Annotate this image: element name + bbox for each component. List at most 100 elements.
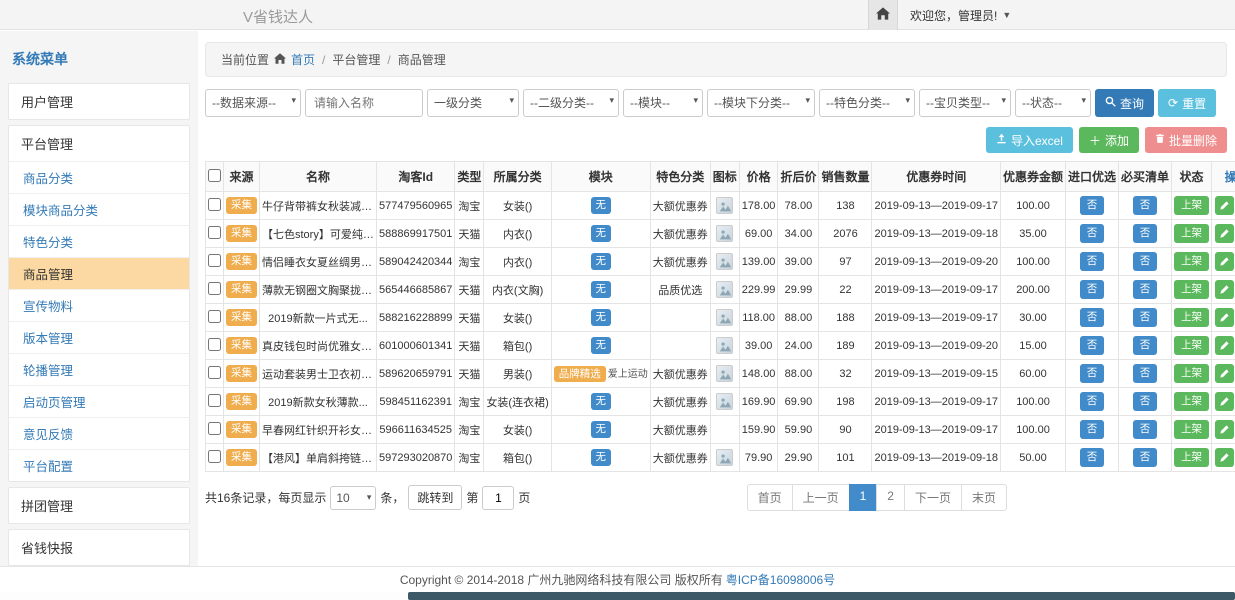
must-buy-toggle[interactable]: 否 <box>1133 392 1158 411</box>
import-select-toggle[interactable]: 否 <box>1080 420 1105 439</box>
status-button[interactable]: 上架 <box>1174 224 1209 243</box>
page-button[interactable]: 末页 <box>961 484 1007 511</box>
select-all-checkbox[interactable] <box>208 169 221 182</box>
page-button[interactable]: 2 <box>876 484 905 511</box>
row-checkbox[interactable] <box>208 310 221 323</box>
home-button[interactable] <box>868 0 898 30</box>
status-button[interactable]: 上架 <box>1174 280 1209 299</box>
sidebar-item[interactable]: 省钱快报 <box>9 530 189 565</box>
row-checkbox[interactable] <box>208 394 221 407</box>
module-filter[interactable]: --模块-- <box>623 89 703 117</box>
edit-button[interactable] <box>1215 280 1234 299</box>
page-size-select[interactable]: 10 <box>330 486 376 510</box>
must-buy-toggle[interactable]: 否 <box>1133 252 1158 271</box>
page-button[interactable]: 首页 <box>747 484 793 511</box>
sidebar-item[interactable]: 启动页管理 <box>9 385 189 417</box>
row-checkbox[interactable] <box>208 226 221 239</box>
row-checkbox[interactable] <box>208 282 221 295</box>
must-buy-toggle[interactable]: 否 <box>1133 280 1158 299</box>
edit-button[interactable] <box>1215 336 1234 355</box>
source-filter[interactable]: --数据来源-- <box>205 89 301 117</box>
sidebar-item[interactable]: 模块商品分类 <box>9 193 189 225</box>
sidebar-item[interactable]: 用户管理 <box>9 84 189 119</box>
import-select-toggle[interactable]: 否 <box>1080 336 1105 355</box>
status-button[interactable]: 上架 <box>1174 308 1209 327</box>
jump-button[interactable]: 跳转到 <box>408 485 462 510</box>
import-select-toggle[interactable]: 否 <box>1080 308 1105 327</box>
icp-link[interactable]: 粤ICP备16098006号 <box>726 571 835 588</box>
edit-button[interactable] <box>1215 392 1234 411</box>
breadcrumb-home-link[interactable]: 首页 <box>291 51 315 68</box>
must-buy-toggle[interactable]: 否 <box>1133 336 1158 355</box>
import-select-toggle[interactable]: 否 <box>1080 364 1105 383</box>
user-menu[interactable]: 欢迎您，管理员! ▼ <box>898 0 1023 30</box>
sidebar-item[interactable]: 特色分类 <box>9 225 189 257</box>
sidebar-item[interactable]: 轮播管理 <box>9 353 189 385</box>
sidebar-nav: 用户管理平台管理商品分类模块商品分类特色分类商品管理宣传物料版本管理轮播管理启动… <box>8 83 190 570</box>
edit-button[interactable] <box>1215 224 1234 243</box>
sidebar-item[interactable]: 商品管理 <box>9 257 189 289</box>
must-buy-toggle[interactable]: 否 <box>1133 224 1158 243</box>
edit-button[interactable] <box>1215 448 1234 467</box>
status-filter[interactable]: --状态-- <box>1015 89 1091 117</box>
edit-button[interactable] <box>1215 420 1234 439</box>
row-checkbox[interactable] <box>208 450 221 463</box>
status-button[interactable]: 上架 <box>1174 364 1209 383</box>
status-button[interactable]: 上架 <box>1174 420 1209 439</box>
status-button[interactable]: 上架 <box>1174 252 1209 271</box>
sidebar-item[interactable]: 意见反馈 <box>9 417 189 449</box>
status-button[interactable]: 上架 <box>1174 196 1209 215</box>
sidebar-item[interactable]: 平台配置 <box>9 449 189 481</box>
row-checkbox[interactable] <box>208 254 221 267</box>
must-buy-toggle[interactable]: 否 <box>1133 364 1158 383</box>
level2-category-filter[interactable]: --二级分类-- <box>523 89 619 117</box>
edit-button[interactable] <box>1215 308 1234 327</box>
edit-button[interactable] <box>1215 196 1234 215</box>
jump-page-input[interactable] <box>482 486 514 510</box>
row-checkbox[interactable] <box>208 366 221 379</box>
add-button[interactable]: ＋ 添加 <box>1079 127 1139 153</box>
import-select-toggle[interactable]: 否 <box>1080 448 1105 467</box>
sidebar-item[interactable]: 商品分类 <box>9 161 189 193</box>
page-button[interactable]: 上一页 <box>792 484 850 511</box>
import-select-toggle[interactable]: 否 <box>1080 196 1105 215</box>
import-excel-button[interactable]: 导入excel <box>986 127 1073 153</box>
status-button[interactable]: 上架 <box>1174 392 1209 411</box>
edit-button[interactable] <box>1215 364 1234 383</box>
must-buy-toggle[interactable]: 否 <box>1133 196 1158 215</box>
search-button[interactable]: 查询 <box>1095 89 1154 117</box>
level1-category-filter[interactable]: 一级分类 <box>427 89 519 117</box>
row-checkbox[interactable] <box>208 198 221 211</box>
row-checkbox[interactable] <box>208 422 221 435</box>
page-button[interactable]: 下一页 <box>904 484 962 511</box>
must-buy-toggle[interactable]: 否 <box>1133 420 1158 439</box>
import-select-toggle[interactable]: 否 <box>1080 224 1105 243</box>
page-button[interactable]: 1 <box>849 484 878 511</box>
chevron-down-icon: ▼ <box>1002 10 1011 20</box>
feature-category-filter[interactable]: --特色分类-- <box>819 89 915 117</box>
product-type: 淘宝 <box>455 248 484 276</box>
copyright-text: Copyright © 2014-2018 广州九驰网络科技有限公司 版权所有 <box>400 571 723 588</box>
sidebar-item[interactable]: 宣传物料 <box>9 289 189 321</box>
status-button[interactable]: 上架 <box>1174 448 1209 467</box>
import-select-toggle[interactable]: 否 <box>1080 392 1105 411</box>
row-checkbox[interactable] <box>208 338 221 351</box>
sidebar-item[interactable]: 平台管理 <box>9 126 189 161</box>
name-search-input[interactable] <box>305 89 423 117</box>
status-button[interactable]: 上架 <box>1174 336 1209 355</box>
sidebar-item[interactable]: 版本管理 <box>9 321 189 353</box>
import-select-toggle[interactable]: 否 <box>1080 280 1105 299</box>
module-sub-filter[interactable]: --模块下分类-- <box>707 89 815 117</box>
module-badge: 品牌精选 <box>554 366 606 383</box>
sidebar-item[interactable]: 拼团管理 <box>9 488 189 523</box>
scrollbar-thumb[interactable] <box>408 592 1235 600</box>
item-type-filter[interactable]: --宝贝类型-- <box>919 89 1011 117</box>
edit-button[interactable] <box>1215 252 1234 271</box>
must-buy-toggle[interactable]: 否 <box>1133 448 1158 467</box>
price: 159.90 <box>739 416 778 444</box>
reset-button[interactable]: ⟳ 重置 <box>1158 89 1216 117</box>
import-select-toggle[interactable]: 否 <box>1080 252 1105 271</box>
must-buy-toggle[interactable]: 否 <box>1133 308 1158 327</box>
product-type: 天猫 <box>455 220 484 248</box>
batch-delete-button[interactable]: 批量删除 <box>1145 127 1227 153</box>
